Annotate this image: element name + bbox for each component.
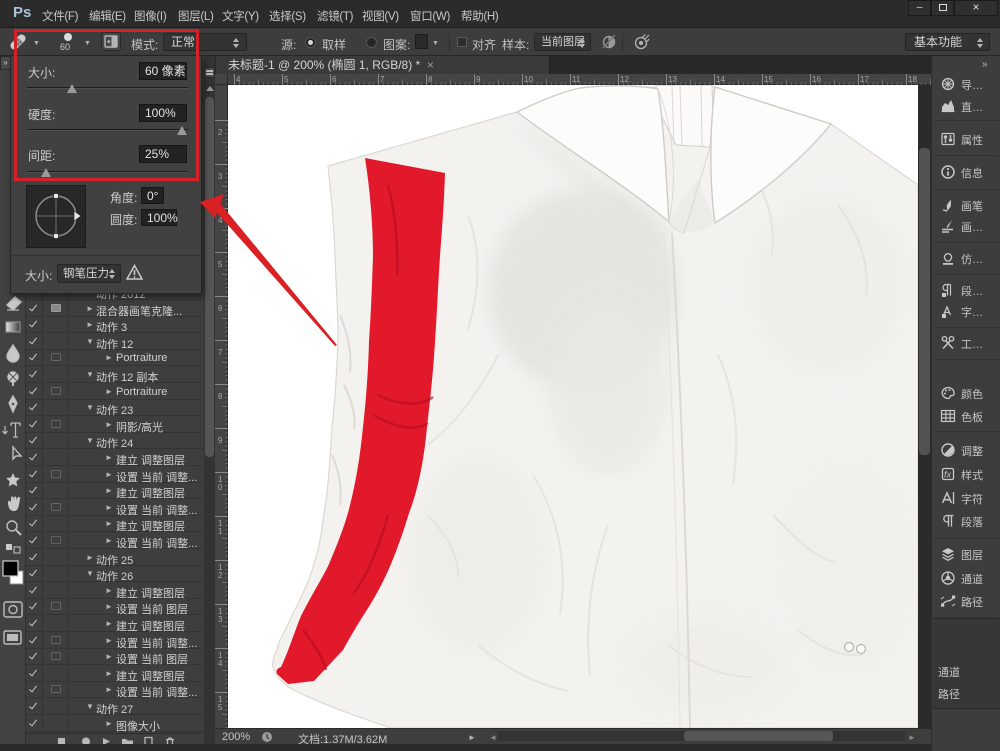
svg-text:fx: fx (944, 470, 952, 480)
